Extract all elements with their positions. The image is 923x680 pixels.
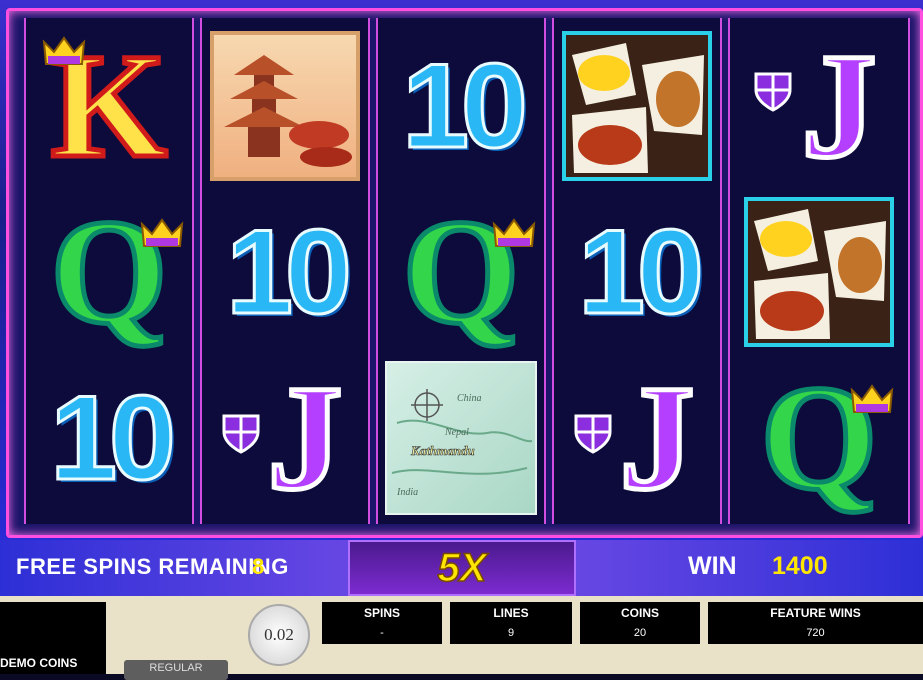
stat-value: 9 — [507, 627, 515, 639]
symbol-label: 10 — [225, 204, 354, 341]
symbol-label: J — [617, 355, 697, 521]
coin-value-button[interactable]: 0.02 — [248, 604, 310, 666]
symbol-ten: 10 — [202, 188, 368, 356]
stat-lines: LINES 9 — [450, 602, 572, 644]
stat-value: 20 — [633, 627, 647, 639]
win-value: 1400 — [772, 552, 828, 580]
symbol-ten: 10 — [554, 188, 720, 356]
symbol-label: J — [265, 355, 345, 521]
regular-button[interactable]: REGULAR — [124, 660, 228, 680]
map-label-kathmandu: Kathmandu — [411, 443, 475, 459]
control-panel: DEMO COINS REGULAR 0.02 SPINS - LINES 9 … — [0, 596, 923, 680]
map-label-china: China — [457, 393, 482, 404]
coin-value: 0.02 — [264, 625, 294, 644]
crown-icon — [492, 218, 536, 247]
free-spins-value: 8 — [252, 554, 265, 579]
jewel-pouch-image — [562, 31, 712, 181]
jewel-pouch-image — [744, 197, 894, 347]
multiplier-value: 5X — [437, 545, 487, 591]
reel-5: J Q — [728, 18, 910, 524]
symbol-ten: 10 — [26, 354, 192, 522]
symbol-jack: J — [202, 354, 368, 522]
symbol-temple — [202, 22, 368, 190]
stat-label: LINES — [493, 606, 529, 620]
symbol-queen: Q — [378, 188, 544, 356]
stat-label: SPINS — [363, 606, 400, 620]
reel-4: 10 J — [552, 18, 722, 524]
stat-label: COINS — [620, 606, 659, 620]
demo-coins-box: DEMO COINS — [0, 602, 106, 674]
symbol-queen: Q — [730, 354, 908, 522]
crown-icon — [850, 384, 894, 413]
symbol-jewels — [554, 22, 720, 190]
reel-3: 10 Q China Nepal Kathmandu India — [376, 18, 546, 524]
jewels-icon — [572, 43, 704, 173]
free-spins-label: FREE SPINS REMAINING — [16, 554, 289, 579]
symbol-label: J — [799, 23, 879, 189]
shield-icon — [574, 414, 612, 454]
symbol-label: 10 — [49, 370, 178, 507]
crown-icon — [42, 36, 86, 65]
symbol-jack: J — [730, 22, 908, 190]
stat-spins: SPINS - — [322, 602, 442, 644]
crown-icon — [140, 218, 184, 247]
demo-coins-label: DEMO COINS — [0, 656, 78, 670]
stat-value: 720 — [806, 627, 825, 639]
symbol-ten: 10 — [378, 22, 544, 190]
stat-coins: COINS 20 — [580, 602, 700, 644]
reel-2: 10 J — [200, 18, 370, 524]
shield-icon — [222, 414, 260, 454]
nepal-map: China Nepal Kathmandu India — [385, 361, 537, 515]
symbol-jewels — [730, 188, 908, 356]
symbol-king: K — [26, 22, 192, 190]
stat-value: - — [380, 627, 384, 639]
jewels-icon — [754, 209, 886, 339]
temple-image — [210, 31, 360, 181]
shield-icon — [754, 72, 792, 112]
status-bar: FREE SPINS REMAINING 8 5X WIN 1400 — [0, 540, 923, 596]
symbol-map: China Nepal Kathmandu India — [378, 354, 544, 522]
symbol-queen: Q — [26, 188, 192, 356]
stat-label: FEATURE WINS — [770, 606, 861, 620]
multiplier-panel: 5X — [348, 540, 576, 596]
symbol-jack: J — [554, 354, 720, 522]
reel-1: K Q 10 — [24, 18, 194, 524]
symbol-label: 10 — [577, 204, 706, 341]
symbol-label: 10 — [401, 38, 530, 175]
map-label-nepal: Nepal — [445, 427, 469, 438]
pagoda-icon — [224, 55, 352, 167]
reel-area: K Q 10 10 J 10 Q China Nepal Kathmandu I… — [0, 0, 923, 540]
map-label-india: India — [397, 487, 419, 498]
win-label: WIN — [688, 552, 737, 580]
stat-feature-wins: FEATURE WINS 720 — [708, 602, 923, 644]
